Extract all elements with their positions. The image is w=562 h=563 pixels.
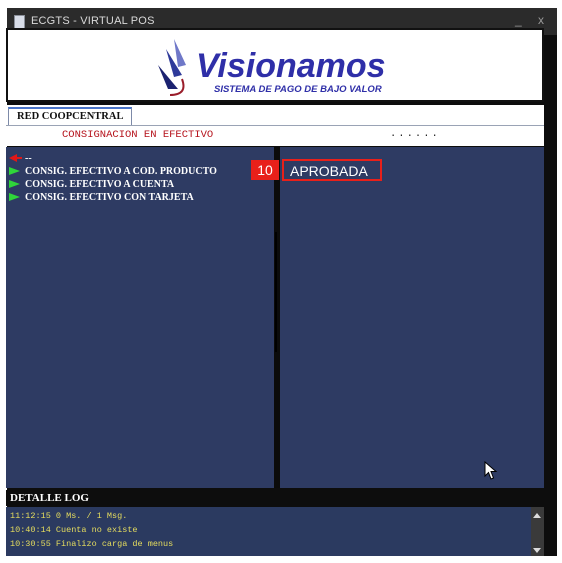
- brand-tagline: SISTEMA DE PAGO DE BAJO VALOR: [214, 84, 382, 95]
- mouse-pointer-icon: [484, 461, 498, 480]
- green-arrow-icon: [9, 193, 20, 201]
- menu-item-label: CONSIG. EFECTIVO A COD. PRODUCTO: [25, 166, 217, 177]
- brand-banner: Visionamos SISTEMA DE PAGO DE BAJO VALOR: [6, 28, 544, 102]
- menu-list: -- CONSIG. EFECTIVO A COD. PRODUCTO CONS…: [9, 153, 217, 205]
- app-icon: [14, 15, 25, 29]
- section-header: CONSIGNACION EN EFECTIVO ......: [6, 126, 544, 146]
- window-title: ECGTS - VIRTUAL POS: [31, 15, 155, 27]
- visionamos-logo: Visionamos SISTEMA DE PAGO DE BAJO VALOR: [158, 39, 386, 96]
- brand-wordmark: Visionamos: [196, 47, 386, 85]
- tab-bar: RED COOPCENTRAL: [6, 105, 544, 126]
- back-label: --: [25, 153, 32, 164]
- scroll-up-icon[interactable]: [533, 513, 541, 518]
- menu-item-cod-producto[interactable]: CONSIG. EFECTIVO A COD. PRODUCTO: [9, 166, 217, 178]
- log-line: 10:30:55 Finalizo carga de menus: [10, 539, 174, 549]
- log-panel: 11:12:15 0 Ms. / 1 Msg. 10:40:14 Cuenta …: [6, 507, 544, 556]
- green-arrow-icon: [9, 180, 20, 188]
- menu-item-tarjeta[interactable]: CONSIG. EFECTIVO CON TARJETA: [9, 192, 217, 204]
- menu-item-label: CONSIG. EFECTIVO CON TARJETA: [25, 192, 194, 203]
- back-menu-item[interactable]: --: [9, 153, 217, 165]
- green-arrow-icon: [9, 167, 20, 175]
- menu-item-label: CONSIG. EFECTIVO A CUENTA: [25, 179, 175, 190]
- tab-red-coopcentral[interactable]: RED COOPCENTRAL: [8, 107, 133, 125]
- log-scrollbar[interactable]: [531, 507, 544, 556]
- status-approved: APROBADA: [282, 159, 382, 181]
- log-lines: 11:12:15 0 Ms. / 1 Msg. 10:40:14 Cuenta …: [10, 509, 173, 551]
- detail-panel: [280, 147, 544, 488]
- section-status-dots: ......: [390, 128, 440, 140]
- close-button[interactable]: x: [538, 13, 544, 27]
- log-header: DETALLE LOG: [6, 490, 544, 506]
- minimize-button[interactable]: _: [515, 13, 522, 27]
- log-line: 11:12:15 0 Ms. / 1 Msg.: [10, 511, 128, 521]
- back-arrow-icon: [9, 154, 17, 162]
- step-number-badge: 10: [251, 160, 279, 180]
- scroll-down-icon[interactable]: [533, 548, 541, 553]
- section-title: CONSIGNACION EN EFECTIVO: [62, 129, 214, 141]
- menu-panel: -- CONSIG. EFECTIVO A COD. PRODUCTO CONS…: [6, 147, 274, 488]
- menu-item-cuenta[interactable]: CONSIG. EFECTIVO A CUENTA: [9, 179, 217, 191]
- swoosh-icon: [158, 39, 186, 96]
- log-line: 10:40:14 Cuenta no existe: [10, 525, 138, 535]
